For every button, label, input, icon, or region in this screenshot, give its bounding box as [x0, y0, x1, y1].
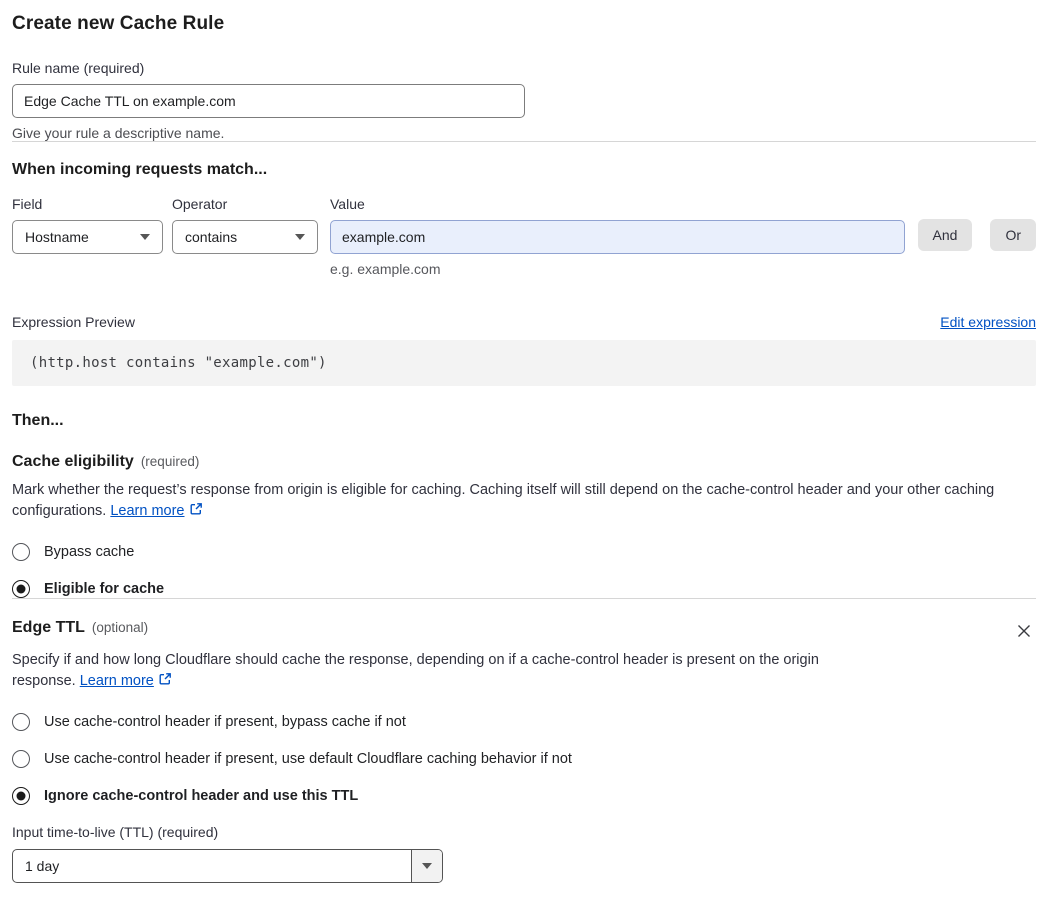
match-condition-row: Field Hostname Operator contains Value e…: [12, 196, 1036, 277]
cache-eligibility-heading-row: Cache eligibility (required): [12, 453, 1036, 471]
edge-ttl-qualifier: (optional): [91, 620, 149, 635]
close-icon: [1016, 625, 1032, 642]
rule-name-help: Give your rule a descriptive name.: [12, 125, 225, 141]
radio-unselected-icon: [12, 750, 30, 768]
cache-eligibility-title: Cache eligibility: [12, 453, 134, 470]
radio-label: Eligible for cache: [44, 581, 165, 597]
radio-label: Use cache-control header if present, byp…: [44, 714, 406, 730]
field-select[interactable]: Hostname: [12, 220, 163, 254]
radio-ignore-header-use-ttl[interactable]: Ignore cache-control header and use this…: [12, 787, 1036, 805]
edge-ttl-options: Use cache-control header if present, byp…: [12, 713, 1036, 805]
rule-name-input[interactable]: [12, 84, 525, 118]
field-column: Field Hostname: [12, 196, 163, 254]
expression-code-block: (http.host contains "example.com"): [12, 340, 1036, 386]
external-link-icon: [158, 672, 172, 693]
cache-eligibility-qualifier: (required): [140, 454, 200, 469]
radio-unselected-icon: [12, 543, 30, 561]
rule-name-label: Rule name (required): [12, 60, 145, 76]
cache-eligibility-options: Bypass cache Eligible for cache: [12, 543, 1036, 598]
edge-ttl-learn-more-link[interactable]: Learn more: [80, 673, 154, 689]
edge-ttl-description: Specify if and how long Cloudflare shoul…: [12, 650, 850, 693]
cache-eligibility-description: Mark whether the request’s response from…: [12, 480, 1036, 523]
operator-select[interactable]: contains: [172, 220, 318, 254]
chevron-down-icon: [422, 863, 432, 869]
external-link-icon: [189, 502, 203, 523]
operator-select-value: contains: [185, 229, 238, 245]
section-divider: [12, 598, 1036, 599]
edge-ttl-title: Edge TTL: [12, 619, 85, 636]
edge-ttl-header: Edge TTL (optional): [12, 619, 1036, 641]
value-input[interactable]: [330, 220, 905, 254]
radio-label: Bypass cache: [44, 544, 135, 560]
radio-selected-icon: [12, 580, 30, 598]
chevron-down-icon: [140, 234, 150, 240]
operator-label: Operator: [172, 196, 228, 212]
cache-eligibility-learn-more-link[interactable]: Learn more: [110, 503, 184, 519]
rule-name-section: Rule name (required) Give your rule a de…: [12, 60, 525, 141]
field-select-value: Hostname: [25, 229, 89, 245]
then-heading: Then...: [12, 412, 64, 429]
close-edge-ttl-button[interactable]: [1014, 621, 1034, 641]
radio-eligible-for-cache[interactable]: Eligible for cache: [12, 580, 1036, 598]
ttl-input-label: Input time-to-live (TTL) (required): [12, 824, 219, 840]
radio-use-header-default-if-not[interactable]: Use cache-control header if present, use…: [12, 750, 1036, 768]
value-label: Value: [330, 196, 365, 212]
field-label: Field: [12, 196, 43, 212]
radio-unselected-icon: [12, 713, 30, 731]
create-cache-rule-form: Create new Cache Rule Rule name (require…: [12, 0, 1036, 883]
expression-preview-row: Expression Preview Edit expression: [12, 314, 1036, 330]
edge-ttl-heading-row: Edge TTL (optional): [12, 619, 148, 637]
edit-expression-link[interactable]: Edit expression: [940, 314, 1036, 330]
match-section-heading: When incoming requests match...: [12, 161, 268, 178]
radio-bypass-cache[interactable]: Bypass cache: [12, 543, 1036, 561]
chevron-down-icon: [295, 234, 305, 240]
or-button[interactable]: Or: [990, 219, 1036, 251]
page-title: Create new Cache Rule: [12, 13, 225, 34]
value-column: Value e.g. example.com: [330, 196, 905, 277]
radio-use-header-bypass-if-not[interactable]: Use cache-control header if present, byp…: [12, 713, 1036, 731]
radio-selected-icon: [12, 787, 30, 805]
expression-preview-label: Expression Preview: [12, 314, 135, 330]
ttl-select-arrow-button[interactable]: [411, 850, 442, 882]
ttl-select-value: 1 day: [25, 858, 60, 874]
radio-label: Ignore cache-control header and use this…: [44, 788, 359, 804]
operator-column: Operator contains: [172, 196, 318, 254]
value-help: e.g. example.com: [330, 261, 441, 277]
radio-label: Use cache-control header if present, use…: [44, 751, 572, 767]
section-divider: [12, 141, 1036, 142]
ttl-select[interactable]: 1 day: [12, 849, 443, 883]
and-button[interactable]: And: [917, 219, 973, 251]
